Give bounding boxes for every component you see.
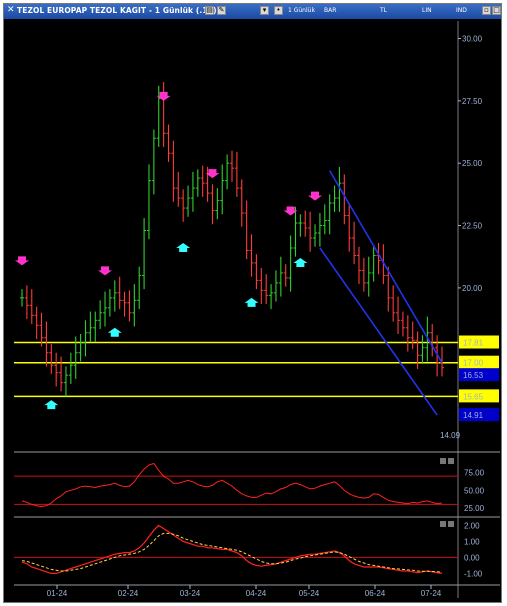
macd-tick-label: 1.00 bbox=[464, 537, 480, 546]
oscillator-tick-label: 25.00 bbox=[464, 504, 485, 513]
time-tick-label: 05-24 bbox=[299, 589, 320, 598]
macd-signal-line bbox=[21, 532, 443, 573]
panel-options-icon bbox=[440, 521, 446, 527]
level-label: 14.09 bbox=[440, 431, 461, 440]
level-label: 17.00 bbox=[463, 359, 484, 368]
time-tick-label: 07-24 bbox=[421, 589, 442, 598]
chart-canvas[interactable]: 30.00 27.50 25.00 22.50 20.00 17.81 17.00 16.53… bbox=[0, 0, 507, 606]
level-label: 15.65 bbox=[463, 392, 484, 401]
time-tick-label: 01-24 bbox=[47, 589, 68, 598]
panel-close-icon bbox=[448, 458, 454, 464]
level-label: 17.81 bbox=[463, 339, 484, 348]
time-tick-label: 03-24 bbox=[180, 589, 201, 598]
price-panel bbox=[14, 21, 458, 450]
time-tick-label: 06-24 bbox=[365, 589, 386, 598]
macd-tick-label: 2.00 bbox=[464, 521, 480, 530]
price-tick-label: 27.50 bbox=[462, 97, 483, 106]
panel-options-icon bbox=[440, 458, 446, 464]
price-tick-label: 20.00 bbox=[462, 284, 483, 293]
time-tick-label: 02-24 bbox=[118, 589, 139, 598]
oscillator-line bbox=[21, 462, 443, 508]
price-tick-label: 25.00 bbox=[462, 159, 483, 168]
macd-tick-label: 0.00 bbox=[464, 553, 480, 562]
macd-tick-label: -1.00 bbox=[464, 569, 483, 578]
price-tick-label: 22.50 bbox=[462, 222, 483, 231]
oscillator-tick-label: 50.00 bbox=[464, 486, 485, 495]
time-tick-label: 04-24 bbox=[246, 589, 267, 598]
panel-close-icon bbox=[448, 521, 454, 527]
level-label: 14.91 bbox=[463, 411, 484, 420]
oscillator-tick-label: 75.00 bbox=[464, 469, 485, 478]
level-label: 16.53 bbox=[463, 371, 484, 380]
price-tick-label: 30.00 bbox=[462, 34, 483, 43]
